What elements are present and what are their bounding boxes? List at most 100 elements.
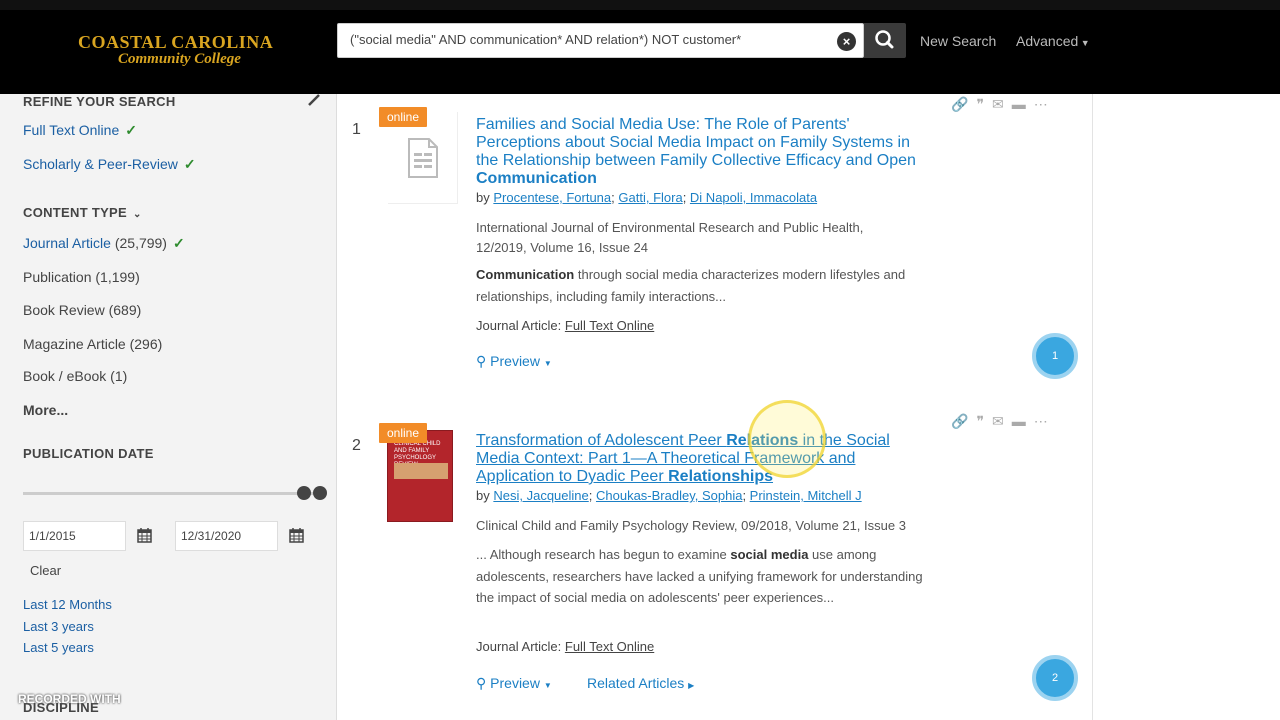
advanced-search-link[interactable]: Advanced ▼ — [1016, 33, 1090, 49]
related-label: Related Articles — [587, 675, 685, 691]
check-icon: ✓ — [125, 122, 137, 138]
content-type-label: Magazine Article — [23, 336, 126, 352]
result-title-text: Families and Social Media Use: The Role … — [476, 116, 916, 169]
search-button[interactable] — [864, 23, 906, 58]
link-icon[interactable]: 🔗 — [951, 413, 976, 429]
content-type-label: Journal Article — [23, 235, 111, 251]
cover-band — [394, 463, 448, 479]
preview-toggle[interactable]: ⚲ Preview ▼ — [476, 353, 552, 370]
content-type-item-book-review[interactable]: Book Review (689) — [23, 302, 141, 318]
author-link[interactable]: Prinstein, Mitchell J — [750, 488, 862, 503]
filter-scholarly-label: Scholarly & Peer-Review — [23, 156, 178, 172]
snippet-text: ... Although research has begun to exami… — [476, 547, 731, 562]
author-link[interactable]: Nesi, Jacqueline — [493, 488, 588, 503]
content-type-item-journal-article[interactable]: Journal Article (25,799) ✓ — [23, 235, 185, 252]
by-label: by — [476, 190, 490, 205]
result-number: 1 — [352, 121, 361, 138]
content-type-label: CONTENT TYPE — [23, 205, 127, 220]
email-icon[interactable]: ✉ — [992, 413, 1012, 429]
caret-down-icon: ▼ — [543, 359, 552, 368]
recording-watermark: RECORDED WITH — [18, 692, 121, 706]
more-content-types-link[interactable]: More... — [23, 402, 68, 418]
related-articles-link[interactable]: Related Articles ▶ — [587, 675, 694, 691]
date-from-input[interactable]: 1/1/2015 — [23, 521, 126, 551]
content-type-heading[interactable]: CONTENT TYPE ⌄ — [23, 205, 142, 220]
date-slider-start-handle[interactable] — [297, 486, 311, 500]
cite-icon[interactable]: ❞ — [976, 96, 992, 112]
clear-dates-button[interactable]: Clear — [30, 563, 61, 578]
logo-line2: Community College — [118, 51, 241, 67]
advanced-label: Advanced — [1016, 33, 1079, 49]
link-icon[interactable]: 🔗 — [951, 96, 976, 112]
result-cover-image[interactable]: CLINICAL CHILD AND FAMILY PSYCHOLOGY REV… — [387, 430, 453, 522]
result-source: Clinical Child and Family Psychology Rev… — [476, 518, 906, 533]
logo-line1: COASTAL CAROLINA — [78, 32, 274, 52]
document-icon — [408, 138, 438, 178]
new-search-link[interactable]: New Search — [920, 33, 996, 49]
folder-icon[interactable]: ▬ — [1012, 96, 1034, 112]
result-number: 2 — [352, 437, 361, 454]
filter-scholarly[interactable]: Scholarly & Peer-Review ✓ — [23, 156, 196, 173]
format-label: Journal Article: — [476, 639, 562, 654]
result-title-text: Transformation of Adolescent Peer — [476, 432, 727, 449]
date-to-input[interactable]: 12/31/2020 — [175, 521, 278, 551]
content-type-count: (689) — [108, 302, 142, 318]
caret-down-icon: ▼ — [1078, 38, 1090, 48]
content-type-item-publication[interactable]: Publication (1,199) — [23, 269, 140, 285]
more-icon[interactable]: ⋯ — [1034, 413, 1056, 429]
author-link[interactable]: Di Napoli, Immacolata — [690, 190, 817, 205]
online-badge: online — [379, 423, 428, 443]
caret-down-icon: ▼ — [543, 681, 552, 690]
filter-full-text-label: Full Text Online — [23, 122, 120, 138]
content-type-count: (25,799) — [114, 235, 167, 251]
date-slider-track[interactable] — [23, 492, 313, 495]
content-type-count: (1,199) — [95, 269, 140, 285]
result-format: Journal Article: Full Text Online — [476, 318, 654, 333]
snippet-highlight: social media — [730, 547, 809, 562]
format-label: Journal Article: — [476, 318, 562, 333]
result-title[interactable]: Transformation of Adolescent Peer Relati… — [476, 432, 921, 486]
cite-icon[interactable]: ❞ — [976, 413, 992, 429]
online-badge: online — [379, 107, 428, 127]
date-slider-end-handle[interactable] — [313, 486, 327, 500]
result-snippet: ... Although research has begun to exami… — [476, 544, 926, 609]
full-text-link[interactable]: Full Text Online — [565, 318, 654, 333]
chevron-down-icon: ⌄ — [133, 209, 142, 220]
author-link[interactable]: Choukas-Bradley, Sophia — [596, 488, 742, 503]
result-title[interactable]: Families and Social Media Use: The Role … — [476, 116, 921, 188]
result-authors: by Nesi, Jacqueline; Choukas-Bradley, So… — [476, 488, 862, 503]
result-source: International Journal of Environmental R… — [476, 220, 864, 255]
search-input[interactable] — [350, 32, 830, 47]
author-link[interactable]: Procentese, Fortuna — [493, 190, 611, 205]
author-link[interactable]: Gatti, Flora — [618, 190, 682, 205]
by-label: by — [476, 488, 490, 503]
result-title-highlight: Communication — [476, 170, 597, 187]
refine-heading: REFINE YOUR SEARCH — [23, 94, 176, 109]
refine-sidebar: REFINE YOUR SEARCH Full Text Online ✓ Sch… — [0, 94, 337, 720]
top-strip — [0, 0, 1280, 10]
last-5-years-link[interactable]: Last 5 years — [23, 640, 94, 655]
pencil-icon[interactable] — [307, 94, 321, 106]
content-type-label: Book / eBook — [23, 368, 107, 384]
last-12-months-link[interactable]: Last 12 Months — [23, 597, 112, 612]
last-3-years-link[interactable]: Last 3 years — [23, 619, 94, 634]
preview-toggle[interactable]: ⚲ Preview ▼ — [476, 675, 552, 692]
more-icon[interactable]: ⋯ — [1034, 96, 1056, 112]
result-authors: by Procentese, Fortuna; Gatti, Flora; Di… — [476, 190, 818, 205]
full-text-link[interactable]: Full Text Online — [565, 639, 654, 654]
calendar-icon[interactable] — [289, 527, 304, 543]
folder-icon[interactable]: ▬ — [1012, 413, 1034, 429]
cursor-highlight — [748, 400, 826, 478]
email-icon[interactable]: ✉ — [992, 96, 1012, 112]
content-type-item-magazine-article[interactable]: Magazine Article (296) — [23, 336, 162, 352]
clear-search-icon[interactable]: × — [837, 32, 856, 51]
calendar-icon[interactable] — [137, 527, 152, 543]
college-logo[interactable]: COASTAL CAROLINA Community College — [78, 32, 273, 68]
caret-right-icon: ▶ — [688, 681, 695, 690]
content-type-item-book-ebook[interactable]: Book / eBook (1) — [23, 368, 127, 384]
snippet-highlight: Communication — [476, 267, 575, 282]
filter-full-text[interactable]: Full Text Online ✓ — [23, 122, 137, 139]
result-title-highlight: Relationships — [668, 468, 774, 485]
result-rank-badge: 1 — [1032, 333, 1078, 379]
search-icon — [875, 30, 894, 49]
